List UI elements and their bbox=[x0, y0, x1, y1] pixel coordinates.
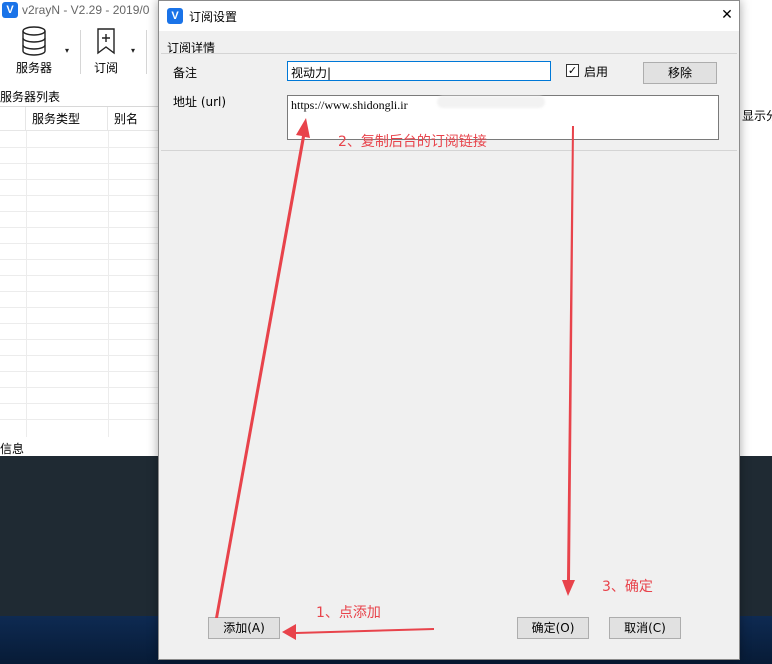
info-label: 信息 bbox=[0, 442, 25, 456]
grid-line bbox=[0, 211, 160, 212]
toolbar-divider bbox=[146, 30, 147, 74]
close-icon[interactable]: ✕ bbox=[717, 5, 737, 25]
toolbar-divider bbox=[80, 30, 81, 74]
column-header-index[interactable] bbox=[0, 107, 26, 131]
subscription-button-label: 订阅 bbox=[93, 61, 118, 75]
grid-line bbox=[0, 163, 160, 164]
subscription-button[interactable]: 订阅 bbox=[88, 26, 124, 76]
grid-line bbox=[0, 275, 160, 276]
grid-line bbox=[0, 195, 160, 196]
grid-line bbox=[0, 307, 160, 308]
annotation-step-2: 2、复制后台的订阅链接 bbox=[338, 134, 487, 150]
grid-line bbox=[108, 131, 109, 437]
grid-line bbox=[0, 179, 160, 180]
servers-button[interactable]: 服务器 bbox=[12, 26, 56, 76]
enable-checkbox[interactable]: ✓ bbox=[566, 64, 579, 77]
annotation-step-1: 1、点添加 bbox=[316, 605, 381, 621]
app-title: v2rayN - V2.29 - 2019/0 bbox=[22, 3, 150, 17]
grid-line bbox=[0, 419, 160, 420]
add-button[interactable]: 添加(A) bbox=[208, 617, 280, 639]
database-icon bbox=[22, 26, 46, 56]
grid-line bbox=[0, 227, 160, 228]
grid-line bbox=[0, 387, 160, 388]
grid-line bbox=[0, 355, 160, 356]
grid-line bbox=[26, 131, 27, 437]
url-label: 地址 (url) bbox=[173, 95, 227, 109]
column-header-alias[interactable]: 别名 bbox=[108, 107, 160, 131]
dialog-body: 订阅详情 备注 视动力| ✓ 启用 移除 地址 (url) https://ww… bbox=[159, 31, 739, 659]
remark-label: 备注 bbox=[173, 66, 198, 80]
subscription-settings-dialog: V 订阅设置 ✕ 订阅详情 备注 视动力| ✓ 启用 移除 地址 (url) h… bbox=[158, 0, 740, 660]
ok-button[interactable]: 确定(O) bbox=[517, 617, 589, 639]
grid-line bbox=[0, 243, 160, 244]
column-header-type[interactable]: 服务类型 bbox=[26, 107, 108, 131]
grid-line bbox=[0, 371, 160, 372]
grid-line bbox=[0, 323, 160, 324]
server-table[interactable]: 服务类型 别名 bbox=[0, 106, 160, 437]
redacted-url-mask bbox=[437, 96, 545, 108]
enable-label[interactable]: 启用 bbox=[584, 63, 608, 80]
grid-line bbox=[0, 291, 160, 292]
servers-button-label: 服务器 bbox=[15, 61, 52, 75]
cancel-button[interactable]: 取消(C) bbox=[609, 617, 681, 639]
subscription-dropdown-icon[interactable]: ▾ bbox=[131, 46, 135, 55]
remark-input[interactable]: 视动力| bbox=[287, 61, 551, 81]
dialog-title: 订阅设置 bbox=[189, 10, 238, 24]
server-list-title: 服务器列表 bbox=[0, 90, 61, 104]
bookmark-add-icon bbox=[97, 28, 115, 55]
grid-line bbox=[0, 147, 160, 148]
servers-dropdown-icon[interactable]: ▾ bbox=[65, 46, 69, 55]
annotation-step-3: 3、确定 bbox=[602, 579, 653, 595]
right-panel-label: 显示分 bbox=[742, 109, 772, 123]
app-logo-icon: V bbox=[167, 8, 183, 24]
grid-line bbox=[0, 403, 160, 404]
toolbar: 服务器 ▾ 订阅 ▾ bbox=[0, 22, 160, 82]
remove-button[interactable]: 移除 bbox=[643, 62, 717, 84]
dialog-titlebar[interactable]: V 订阅设置 ✕ bbox=[159, 1, 739, 31]
app-logo-icon: V bbox=[2, 2, 18, 18]
grid-line bbox=[0, 339, 160, 340]
grid-line bbox=[0, 259, 160, 260]
